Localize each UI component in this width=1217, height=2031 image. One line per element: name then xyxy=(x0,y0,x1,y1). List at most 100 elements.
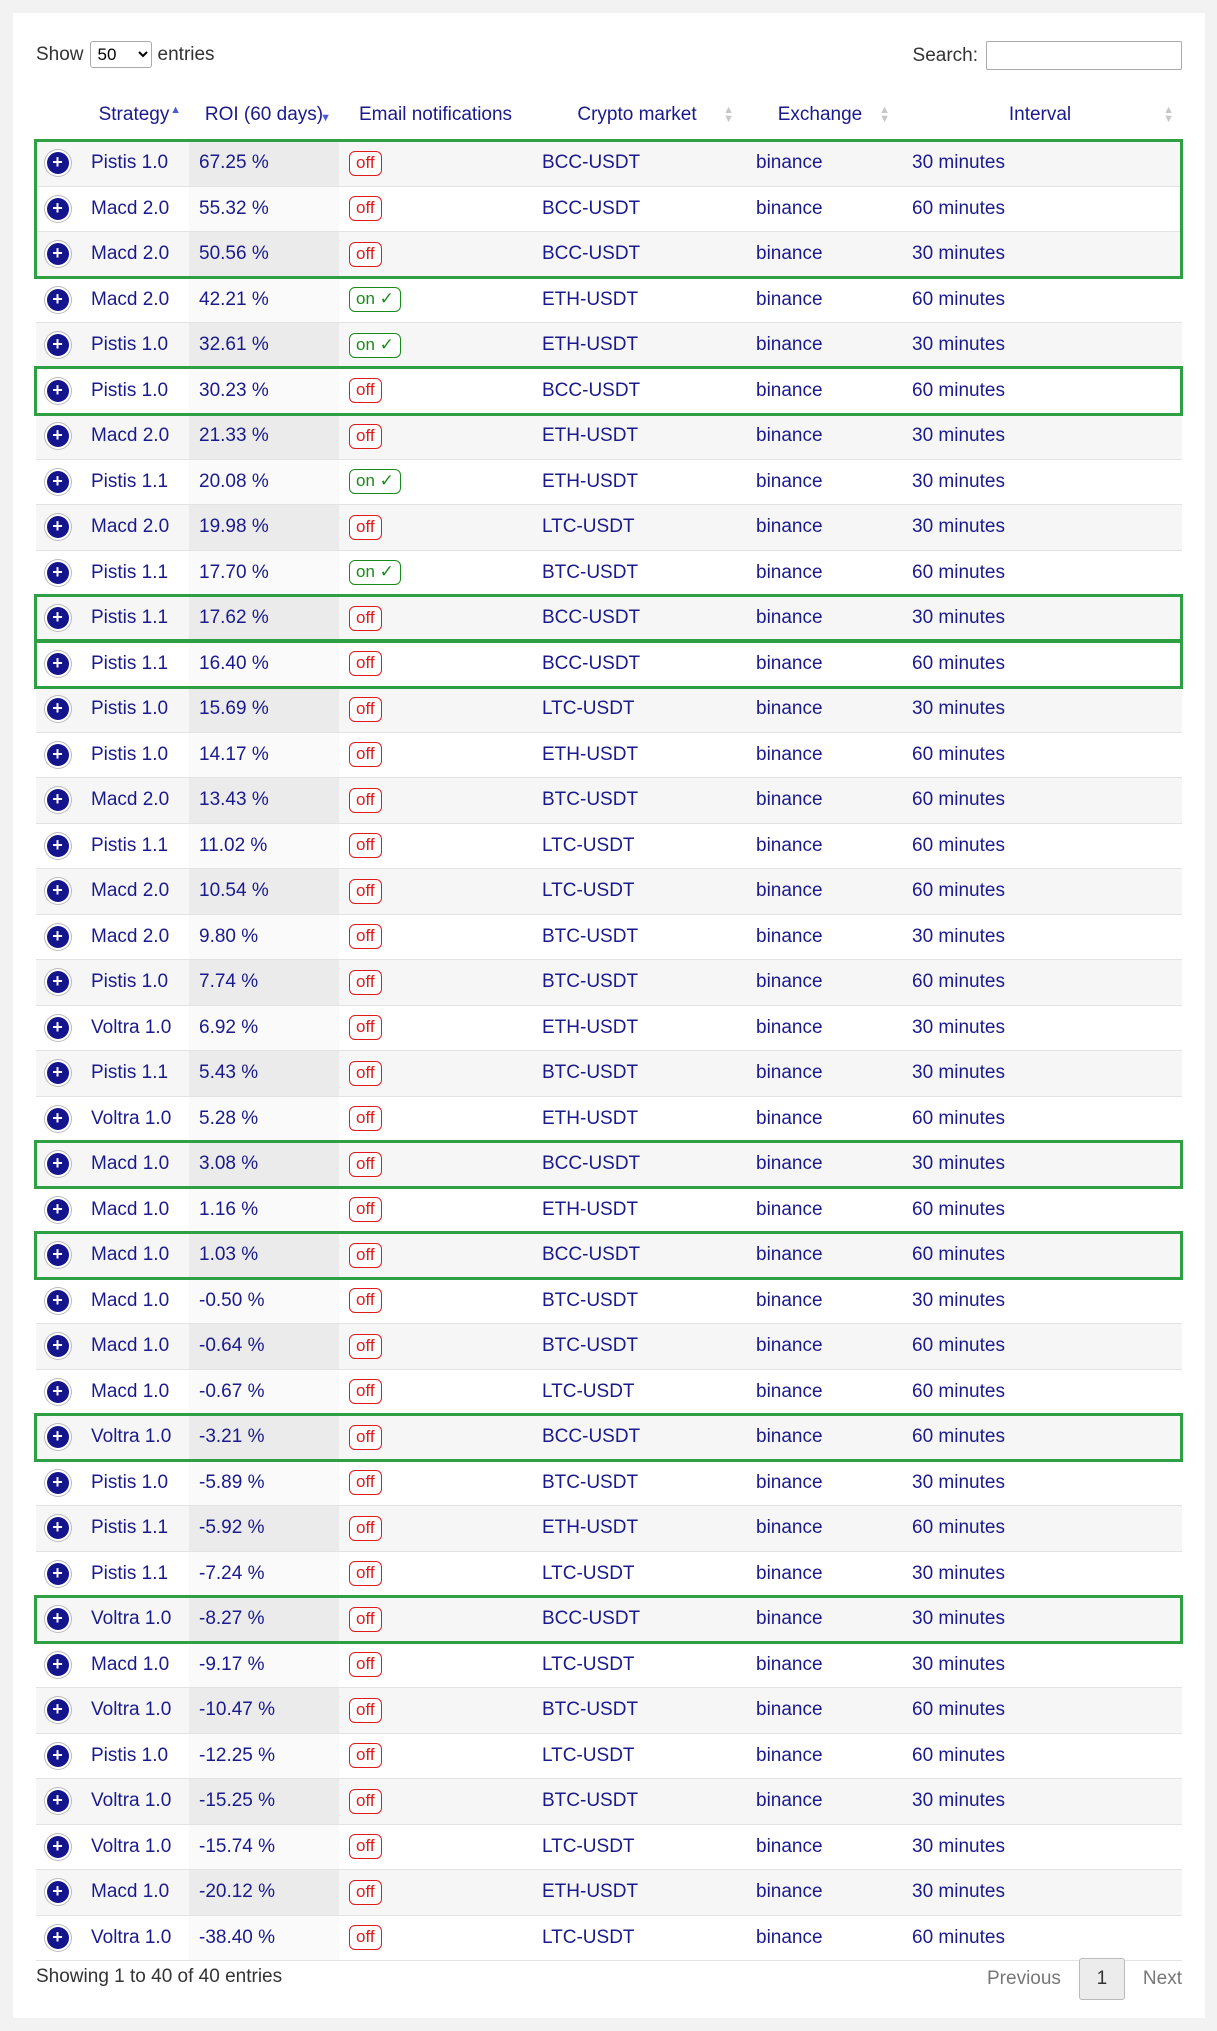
row-expand-cell[interactable]: + xyxy=(36,368,79,414)
expand-plus-icon[interactable]: + xyxy=(46,1744,69,1767)
column-header-market[interactable]: Crypto market ▲ ▼ xyxy=(532,90,742,141)
row-expand-cell[interactable]: + xyxy=(36,186,79,232)
email-toggle-badge[interactable]: on ✓ xyxy=(349,469,401,495)
row-expand-cell[interactable]: + xyxy=(36,641,79,687)
row-expand-cell[interactable]: + xyxy=(36,1869,79,1916)
email-toggle-badge[interactable]: off xyxy=(349,878,382,904)
row-expand-cell[interactable]: + xyxy=(36,1096,79,1142)
expand-plus-icon[interactable]: + xyxy=(46,1653,69,1676)
email-toggle-badge[interactable]: off xyxy=(349,241,382,267)
expand-plus-icon[interactable]: + xyxy=(46,1426,69,1449)
row-expand-cell[interactable]: + xyxy=(36,732,79,778)
row-expand-cell[interactable]: + xyxy=(36,1369,79,1415)
email-toggle-badge[interactable]: off xyxy=(349,1333,382,1359)
email-toggle-badge[interactable]: off xyxy=(349,1470,382,1496)
expand-plus-icon[interactable]: + xyxy=(46,288,69,311)
expand-plus-icon[interactable]: + xyxy=(46,971,69,994)
expand-plus-icon[interactable]: + xyxy=(46,1289,69,1312)
email-toggle-badge[interactable]: off xyxy=(349,1242,382,1268)
expand-plus-icon[interactable]: + xyxy=(46,470,69,493)
expand-plus-icon[interactable]: + xyxy=(46,1153,69,1176)
column-header-email[interactable]: Email notifications xyxy=(339,90,532,141)
row-expand-cell[interactable]: + xyxy=(36,1232,79,1279)
next-button[interactable]: Next xyxy=(1143,1968,1182,1990)
row-expand-cell[interactable]: + xyxy=(36,1915,79,1961)
email-toggle-badge[interactable]: off xyxy=(349,196,382,222)
row-expand-cell[interactable]: + xyxy=(36,459,79,505)
expand-plus-icon[interactable]: + xyxy=(46,516,69,539)
row-expand-cell[interactable]: + xyxy=(36,1687,79,1734)
column-header-roi[interactable]: ROI (60 days) ▼ xyxy=(189,90,339,141)
expand-plus-icon[interactable]: + xyxy=(46,379,69,402)
expand-plus-icon[interactable]: + xyxy=(46,1335,69,1358)
row-expand-cell[interactable]: + xyxy=(36,1278,79,1324)
expand-plus-icon[interactable]: + xyxy=(46,880,69,903)
row-expand-cell[interactable]: + xyxy=(36,231,79,278)
column-header-exchange[interactable]: Exchange ▲ ▼ xyxy=(742,90,898,141)
email-toggle-badge[interactable]: off xyxy=(349,1697,382,1723)
email-toggle-badge[interactable]: off xyxy=(349,1788,382,1814)
email-toggle-badge[interactable]: on ✓ xyxy=(349,287,401,313)
row-expand-cell[interactable]: + xyxy=(36,277,79,323)
expand-plus-icon[interactable]: + xyxy=(46,1926,69,1949)
expand-plus-icon[interactable]: + xyxy=(46,425,69,448)
email-toggle-badge[interactable]: off xyxy=(349,1379,382,1405)
expand-plus-icon[interactable]: + xyxy=(46,834,69,857)
row-expand-cell[interactable]: + xyxy=(36,823,79,869)
email-toggle-badge[interactable]: off xyxy=(349,1834,382,1860)
expand-plus-icon[interactable]: + xyxy=(46,1790,69,1813)
email-toggle-badge[interactable]: off xyxy=(349,787,382,813)
expand-plus-icon[interactable]: + xyxy=(46,925,69,948)
row-expand-cell[interactable]: + xyxy=(36,1141,79,1188)
row-expand-cell[interactable]: + xyxy=(36,504,79,551)
email-toggle-badge[interactable]: off xyxy=(349,514,382,540)
column-header-strategy[interactable]: Strategy ▲ xyxy=(79,90,189,141)
entries-select[interactable]: 102550100 xyxy=(89,41,152,68)
email-toggle-badge[interactable]: off xyxy=(349,1288,382,1314)
expand-plus-icon[interactable]: + xyxy=(46,1198,69,1221)
email-toggle-badge[interactable]: off xyxy=(349,696,382,722)
expand-plus-icon[interactable]: + xyxy=(46,1062,69,1085)
email-toggle-badge[interactable]: off xyxy=(349,1515,382,1541)
row-expand-cell[interactable]: + xyxy=(36,686,79,733)
expand-plus-icon[interactable]: + xyxy=(46,1380,69,1403)
email-toggle-badge[interactable]: off xyxy=(349,605,382,631)
row-expand-cell[interactable]: + xyxy=(36,1505,79,1552)
email-toggle-badge[interactable]: off xyxy=(349,423,382,449)
row-expand-cell[interactable]: + xyxy=(36,1323,79,1370)
expand-plus-icon[interactable]: + xyxy=(46,1517,69,1540)
expand-plus-icon[interactable]: + xyxy=(46,652,69,675)
expand-plus-icon[interactable]: + xyxy=(46,1881,69,1904)
email-toggle-badge[interactable]: off xyxy=(349,742,382,768)
row-expand-cell[interactable]: + xyxy=(36,413,79,460)
email-toggle-badge[interactable]: off xyxy=(349,651,382,677)
row-expand-cell[interactable]: + xyxy=(36,322,79,369)
row-expand-cell[interactable]: + xyxy=(36,1005,79,1051)
email-toggle-badge[interactable]: on ✓ xyxy=(349,332,401,358)
email-toggle-badge[interactable]: off xyxy=(349,1606,382,1632)
row-expand-cell[interactable]: + xyxy=(36,140,79,187)
email-toggle-badge[interactable]: off xyxy=(349,1060,382,1086)
expand-plus-icon[interactable]: + xyxy=(46,607,69,630)
email-toggle-badge[interactable]: off xyxy=(349,1106,382,1132)
expand-plus-icon[interactable]: + xyxy=(46,1699,69,1722)
row-expand-cell[interactable]: + xyxy=(36,1187,79,1233)
row-expand-cell[interactable]: + xyxy=(36,1642,79,1688)
expand-plus-icon[interactable]: + xyxy=(46,1608,69,1631)
expand-plus-icon[interactable]: + xyxy=(46,1835,69,1858)
row-expand-cell[interactable]: + xyxy=(36,1414,79,1461)
row-expand-cell[interactable]: + xyxy=(36,1460,79,1506)
expand-plus-icon[interactable]: + xyxy=(46,334,69,357)
page-1-button[interactable]: 1 xyxy=(1078,1958,1125,2000)
row-expand-cell[interactable]: + xyxy=(36,595,79,642)
row-expand-cell[interactable]: + xyxy=(36,1050,79,1097)
expand-plus-icon[interactable]: + xyxy=(46,197,69,220)
expand-plus-icon[interactable]: + xyxy=(46,561,69,584)
email-toggle-badge[interactable]: off xyxy=(349,1561,382,1587)
email-toggle-badge[interactable]: off xyxy=(349,1925,382,1951)
row-expand-cell[interactable]: + xyxy=(36,1824,79,1870)
email-toggle-badge[interactable]: off xyxy=(349,969,382,995)
expand-plus-icon[interactable]: + xyxy=(46,1016,69,1039)
email-toggle-badge[interactable]: off xyxy=(349,1015,382,1041)
email-toggle-badge[interactable]: off xyxy=(349,1743,382,1769)
